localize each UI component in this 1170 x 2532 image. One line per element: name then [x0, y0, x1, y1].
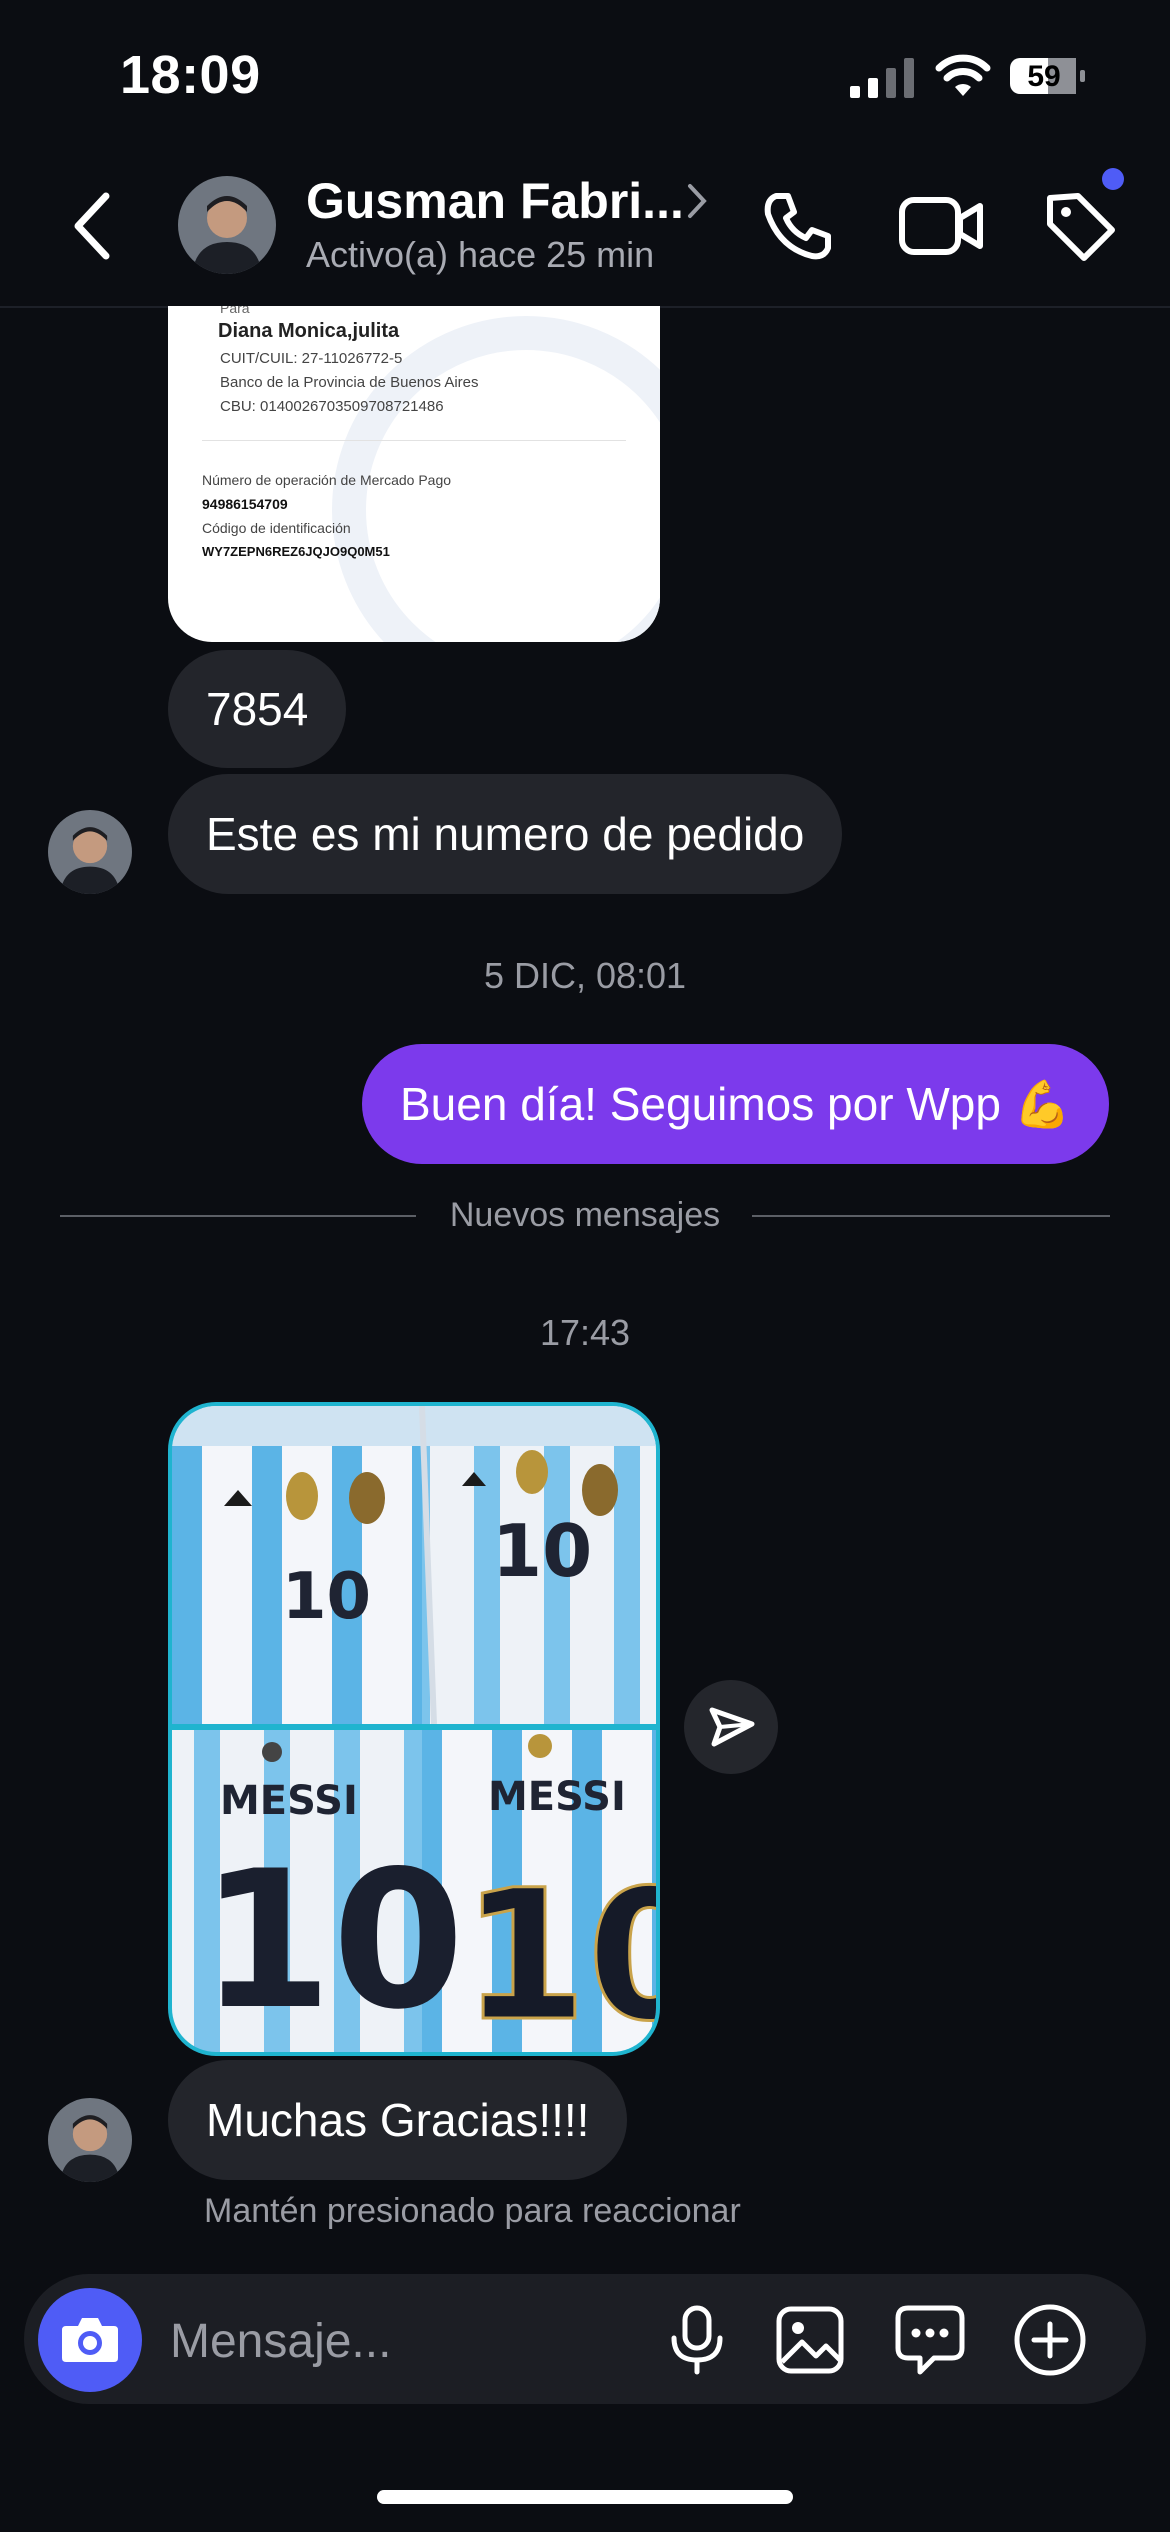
camera-button[interactable]	[38, 2288, 142, 2392]
sender-avatar[interactable]	[48, 2098, 132, 2182]
tag-button[interactable]	[1040, 186, 1120, 266]
home-indicator[interactable]	[377, 2490, 793, 2504]
svg-text:MESSI: MESSI	[488, 1774, 626, 1820]
cellular-signal-icon	[850, 58, 914, 98]
receipt-divider	[202, 440, 626, 441]
message-bubble-incoming[interactable]: Muchas Gracias!!!!	[168, 2060, 628, 2180]
receipt-cuit: CUIT/CUIL: 27-11026772-5	[220, 350, 403, 367]
message-input[interactable]	[168, 2300, 632, 2382]
share-button[interactable]	[684, 1680, 778, 1774]
receipt-image-message[interactable]: Para Diana Monica,julita CUIT/CUIL: 27-1…	[168, 306, 660, 642]
reaction-hint: Mantén presionado para reaccionar	[204, 2192, 741, 2230]
message-bubble-incoming[interactable]: 7854	[168, 650, 347, 768]
svg-text:MESSI: MESSI	[220, 1778, 358, 1824]
receipt-operation-label: Número de operación de Mercado Pago	[202, 472, 452, 488]
chevron-right-icon	[688, 184, 707, 218]
sticker-chat-icon[interactable]	[894, 2302, 966, 2376]
message-bubble-outgoing[interactable]: Buen día! Seguimos por Wpp 💪	[362, 1044, 1109, 1164]
receipt-bank: Banco de la Provincia de Buenos Aires	[220, 374, 479, 391]
receipt-id-value: WY7ZEPN6REZ6JQJO9Q0M51	[202, 544, 390, 559]
svg-text:10: 10	[462, 1852, 656, 2052]
contact-status: Activo(a) hace 25 min	[306, 234, 655, 275]
timestamp-divider: 5 DIC, 08:01	[483, 955, 687, 996]
phone-call-button[interactable]	[758, 186, 838, 266]
contact-avatar[interactable]	[178, 176, 276, 274]
message-bubble-incoming[interactable]: Este es mi numero de pedido	[168, 774, 843, 894]
notification-dot	[1102, 168, 1124, 190]
gallery-icon[interactable]	[774, 2304, 846, 2376]
microphone-icon[interactable]	[664, 2304, 730, 2376]
svg-text:10: 10	[200, 1830, 464, 2051]
battery-icon: 59	[1008, 52, 1088, 100]
video-call-button[interactable]	[898, 190, 984, 262]
receipt-para-label: Para	[220, 306, 250, 316]
timestamp-divider: 17:43	[539, 1312, 631, 1353]
receipt-operation-number: 94986154709	[202, 496, 288, 512]
battery-level: 59	[1027, 60, 1061, 93]
back-button[interactable]	[60, 186, 130, 266]
add-icon[interactable]	[1012, 2302, 1088, 2378]
sender-avatar[interactable]	[48, 810, 132, 894]
contact-name[interactable]: Gusman Fabri...	[306, 172, 684, 230]
receipt-cbu: CBU: 0140026703509708721486	[220, 398, 444, 415]
svg-text:10: 10	[282, 1560, 371, 1634]
svg-text:10: 10	[492, 1509, 592, 1593]
status-time: 18:09	[120, 45, 261, 105]
new-messages-line-right	[752, 1215, 1110, 1217]
wifi-icon	[935, 54, 991, 96]
receipt-recipient-name: Diana Monica,julita	[218, 320, 400, 342]
receipt-id-label: Código de identificación	[202, 520, 351, 536]
jersey-photo-message[interactable]: 10 10 MESSI MESSI 10 10	[168, 1402, 660, 2056]
